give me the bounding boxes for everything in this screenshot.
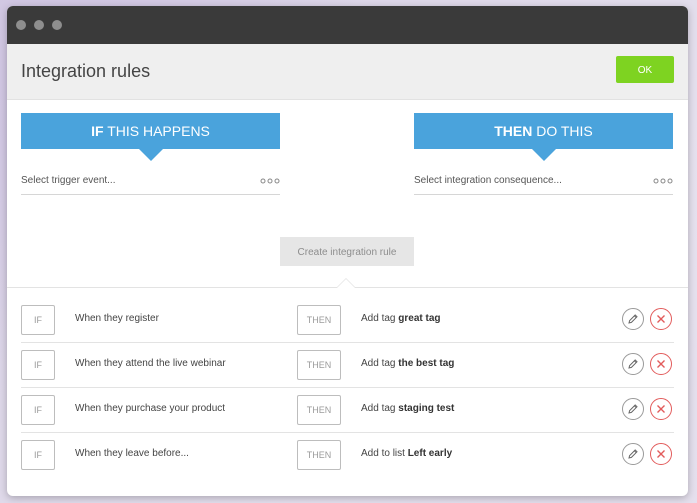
then-banner: THEN DO THIS: [414, 113, 673, 161]
close-icon: [657, 405, 665, 413]
rule-trigger: When they purchase your product: [75, 403, 226, 414]
window-titlebar: [7, 6, 688, 44]
rule-action-prefix: Add to list: [361, 448, 408, 459]
window-minimize-dot[interactable]: [34, 20, 44, 30]
consequence-select-placeholder: Select integration consequence...: [414, 175, 562, 186]
pencil-icon: [628, 449, 638, 459]
edit-rule-button[interactable]: [622, 398, 644, 420]
if-column: IF THIS HAPPENS Select trigger event...: [21, 113, 280, 195]
trigger-select-placeholder: Select trigger event...: [21, 175, 116, 186]
then-column: THEN DO THIS Select integration conseque…: [414, 113, 673, 195]
ok-button[interactable]: OK: [616, 56, 674, 83]
pencil-icon: [628, 404, 638, 414]
if-tag: IF: [21, 440, 55, 470]
rule-row: IF When they purchase your product THEN …: [21, 388, 674, 433]
consequence-select[interactable]: Select integration consequence...: [414, 170, 673, 195]
rule-action-value: staging test: [398, 403, 455, 414]
if-banner-keyword: IF: [91, 123, 104, 139]
pencil-icon: [628, 359, 638, 369]
delete-rule-button[interactable]: [650, 398, 672, 420]
rule-trigger: When they attend the live webinar: [75, 358, 226, 369]
rule-action: Add tag staging test: [361, 403, 454, 414]
rule-trigger: When they register: [75, 313, 159, 324]
close-icon: [657, 450, 665, 458]
delete-rule-button[interactable]: [650, 308, 672, 330]
more-horizontal-icon[interactable]: [260, 177, 280, 185]
rule-action: Add to list Left early: [361, 448, 452, 459]
page-title: Integration rules: [21, 61, 151, 81]
window-maximize-dot[interactable]: [52, 20, 62, 30]
rule-action: Add tag the best tag: [361, 358, 454, 369]
rule-builder: IF THIS HAPPENS Select trigger event... …: [7, 100, 688, 288]
page-header: Integration rules OK: [7, 44, 688, 100]
rule-action-prefix: Add tag: [361, 313, 399, 324]
then-tag: THEN: [297, 305, 341, 335]
then-tag: THEN: [297, 350, 341, 380]
if-tag: IF: [21, 395, 55, 425]
if-tag: IF: [21, 305, 55, 335]
edit-rule-button[interactable]: [622, 353, 644, 375]
edit-rule-button[interactable]: [622, 308, 644, 330]
create-integration-rule-button[interactable]: Create integration rule: [280, 237, 414, 266]
rule-action-value: Left early: [407, 448, 453, 459]
section-pointer: [337, 279, 355, 288]
close-icon: [657, 360, 665, 368]
if-banner-text: THIS HAPPENS: [103, 123, 210, 139]
rule-row: IF When they leave before... THEN Add to…: [21, 433, 674, 477]
rules-list: IF When they register THEN Add tag great…: [7, 298, 688, 477]
rule-action-value: the best tag: [398, 358, 455, 369]
then-banner-text: DO THIS: [532, 123, 593, 139]
then-tag: THEN: [297, 395, 341, 425]
pencil-icon: [628, 314, 638, 324]
edit-rule-button[interactable]: [622, 443, 644, 465]
rule-trigger: When they leave before...: [75, 448, 189, 459]
delete-rule-button[interactable]: [650, 353, 672, 375]
more-horizontal-icon[interactable]: [653, 177, 673, 185]
rule-row: IF When they register THEN Add tag great…: [21, 298, 674, 343]
rule-action-prefix: Add tag: [361, 358, 399, 369]
rule-action: Add tag great tag: [361, 313, 441, 324]
app-window: Integration rules OK IF THIS HAPPENS Sel…: [7, 6, 688, 496]
close-icon: [657, 315, 665, 323]
if-tag: IF: [21, 350, 55, 380]
rule-action-prefix: Add tag: [361, 403, 399, 414]
rule-action-value: great tag: [398, 313, 441, 324]
if-banner: IF THIS HAPPENS: [21, 113, 280, 161]
delete-rule-button[interactable]: [650, 443, 672, 465]
window-close-dot[interactable]: [16, 20, 26, 30]
rule-row: IF When they attend the live webinar THE…: [21, 343, 674, 388]
then-tag: THEN: [297, 440, 341, 470]
then-banner-keyword: THEN: [494, 123, 533, 139]
trigger-select[interactable]: Select trigger event...: [21, 170, 280, 195]
